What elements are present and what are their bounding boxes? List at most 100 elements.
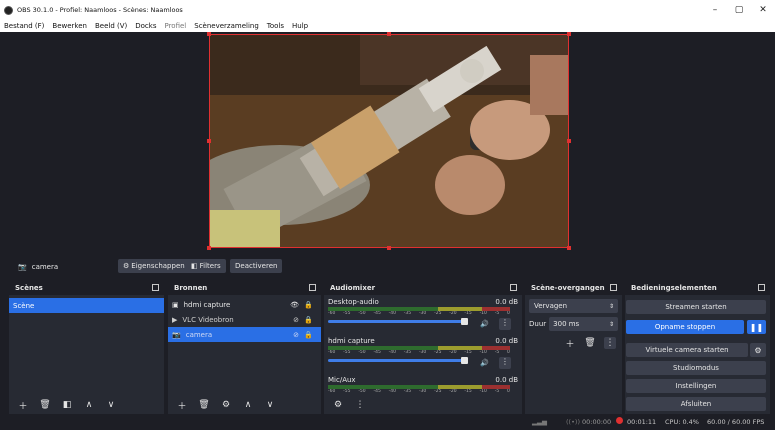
channel-name: hdmi capture <box>328 337 375 345</box>
resize-handle-bottom-right[interactable] <box>567 246 571 250</box>
maximize-button[interactable]: ▢ <box>727 5 751 15</box>
source-item[interactable]: ▣ hdmi capture 👁 🔒 <box>168 297 321 312</box>
speaker-icon[interactable]: 🔊 <box>480 359 489 367</box>
gear-icon: ⚙ <box>754 345 762 355</box>
settings-button[interactable]: Instellingen <box>626 379 766 393</box>
menu-view[interactable]: Beeld (V) <box>95 22 127 30</box>
properties-button[interactable]: ⚙ Eigenschappen <box>118 259 190 273</box>
studio-mode-button[interactable]: Studiomodus <box>626 361 766 375</box>
pause-recording-button[interactable]: ❚❚ <box>747 320 766 334</box>
lock-icon[interactable]: 🔒 <box>304 331 313 339</box>
scene-transitions-dock: Scène-overgangen Vervagen ⇕ Duur 300 ms … <box>525 281 622 414</box>
duration-spinbox[interactable]: 300 ms ⇕ <box>549 317 618 331</box>
move-down-icon[interactable]: ∨ <box>105 399 117 411</box>
obs-logo-icon <box>4 5 13 15</box>
menu-tools[interactable]: Tools <box>267 22 284 30</box>
add-source-icon[interactable]: ＋ <box>176 399 188 412</box>
stream-status-icon: ((•)) <box>566 418 580 426</box>
speaker-icon[interactable]: 🔊 <box>480 320 489 328</box>
eye-hidden-icon[interactable]: ⊘ <box>293 331 299 339</box>
scenes-toolbar: ＋ 🗑 ◧ ∧ ∨ <box>9 396 164 414</box>
mixer-menu-icon[interactable]: ⋮ <box>354 399 366 411</box>
undock-icon[interactable] <box>610 284 617 291</box>
controls-title: Bedieningselementen <box>631 284 717 292</box>
camera-icon: 📷 <box>172 330 181 339</box>
menu-docks[interactable]: Docks <box>135 22 156 30</box>
delete-source-icon[interactable]: 🗑 <box>198 399 210 411</box>
move-up-icon[interactable]: ∧ <box>242 399 254 411</box>
delete-transition-icon[interactable]: 🗑 <box>584 337 596 349</box>
audio-mixer-dock: Audiomixer Desktop-audio 0.0 dB -60 -55 -5… <box>324 281 522 414</box>
camera-video-frame[interactable] <box>209 34 569 248</box>
minimize-button[interactable]: – <box>703 5 727 15</box>
select-arrows-icon: ⇕ <box>608 302 614 310</box>
pause-icon: ❚❚ <box>749 322 764 332</box>
menu-help[interactable]: Hulp <box>292 22 308 30</box>
volume-slider[interactable] <box>328 357 468 364</box>
mixer-toolbar: ⚙ ⋮ <box>324 396 522 414</box>
selected-source-name: camera <box>31 263 59 271</box>
deactivate-button[interactable]: Deactiveren <box>230 259 283 273</box>
undock-icon[interactable] <box>309 284 316 291</box>
resize-handle-right[interactable] <box>567 139 571 143</box>
window-title: OBS 30.1.0 - Profiel: Naamloos - Scènes:… <box>17 6 183 14</box>
move-up-icon[interactable]: ∧ <box>83 399 95 411</box>
undock-icon[interactable] <box>152 284 159 291</box>
meter-scale: -60 -55 -50 -45 -40 -35 -30 -25 -20 -15 -10 -5 0 <box>328 389 510 394</box>
channel-menu-icon[interactable]: ⋮ <box>499 318 511 330</box>
channel-menu-icon[interactable]: ⋮ <box>499 357 511 369</box>
lock-icon[interactable]: 🔒 <box>304 301 313 309</box>
close-button[interactable]: ✕ <box>751 5 775 15</box>
lathe-video-image <box>210 35 568 247</box>
sources-dock: Bronnen ▣ hdmi capture 👁 🔒 ▶ VLC Videobr… <box>168 281 321 414</box>
filter-icon: ◧ <box>191 262 198 270</box>
resize-handle-top-left[interactable] <box>207 32 211 36</box>
scene-item[interactable]: Scène <box>9 298 164 313</box>
play-icon: ▶ <box>172 315 178 324</box>
menu-scene-collection[interactable]: Scèneverzameling <box>194 22 259 30</box>
sources-toolbar: ＋ 🗑 ⚙ ∧ ∨ <box>168 396 321 414</box>
eye-icon[interactable]: 👁 <box>290 301 299 309</box>
exit-button[interactable]: Afsluiten <box>626 397 766 411</box>
transitions-header: Scène-overgangen <box>525 281 622 295</box>
menu-edit[interactable]: Bewerken <box>52 22 87 30</box>
resize-handle-top-right[interactable] <box>567 32 571 36</box>
mixer-channel: hdmi capture 0.0 dB -60 -55 -50 -45 -40 -35 -3… <box>324 337 522 375</box>
delete-scene-icon[interactable]: 🗑 <box>39 399 51 411</box>
source-item[interactable]: ▶ VLC Videobron ⊘ 🔒 <box>168 312 321 327</box>
duration-label: Duur <box>529 320 547 328</box>
menu-profile[interactable]: Profiel <box>164 22 186 30</box>
resize-handle-bottom[interactable] <box>387 246 391 250</box>
resize-handle-left[interactable] <box>207 139 211 143</box>
add-scene-icon[interactable]: ＋ <box>17 399 29 412</box>
volume-meter <box>328 346 510 350</box>
advanced-audio-icon[interactable]: ⚙ <box>332 399 344 411</box>
add-transition-icon[interactable]: ＋ <box>564 337 576 350</box>
resize-handle-bottom-left[interactable] <box>207 246 211 250</box>
undock-icon[interactable] <box>758 284 765 291</box>
mixer-header: Audiomixer <box>324 281 522 295</box>
selected-source: 📷 camera <box>18 263 58 271</box>
start-virtual-camera-button[interactable]: Virtuele camera starten <box>626 343 748 357</box>
volume-slider[interactable] <box>328 318 468 325</box>
start-streaming-button[interactable]: Streamen starten <box>626 300 766 314</box>
filters-button[interactable]: ◧ Filters <box>186 259 226 273</box>
source-item-label: camera <box>185 330 213 339</box>
transition-menu-icon[interactable]: ⋮ <box>604 337 616 349</box>
move-down-icon[interactable]: ∨ <box>264 399 276 411</box>
status-bar: ▂▃▅ ((•)) 00:00:00 00:01:11 CPU: 0.4% 60… <box>0 414 775 430</box>
source-item[interactable]: 📷 camera ⊘ 🔒 <box>168 327 321 342</box>
resize-handle-top[interactable] <box>387 32 391 36</box>
deactivate-label: Deactiveren <box>235 262 278 270</box>
source-settings-icon[interactable]: ⚙ <box>220 399 232 411</box>
undock-icon[interactable] <box>510 284 517 291</box>
transition-type-select[interactable]: Vervagen ⇕ <box>529 299 618 313</box>
menu-file[interactable]: Bestand (F) <box>4 22 44 30</box>
scene-filters-icon[interactable]: ◧ <box>61 399 73 411</box>
gear-icon: ⚙ <box>123 262 130 270</box>
lock-icon[interactable]: 🔒 <box>304 316 313 324</box>
eye-hidden-icon[interactable]: ⊘ <box>293 316 299 324</box>
spin-arrows-icon: ⇕ <box>608 320 614 328</box>
virtual-camera-settings-button[interactable]: ⚙ <box>750 343 766 357</box>
stop-recording-button[interactable]: Opname stoppen <box>626 320 744 334</box>
